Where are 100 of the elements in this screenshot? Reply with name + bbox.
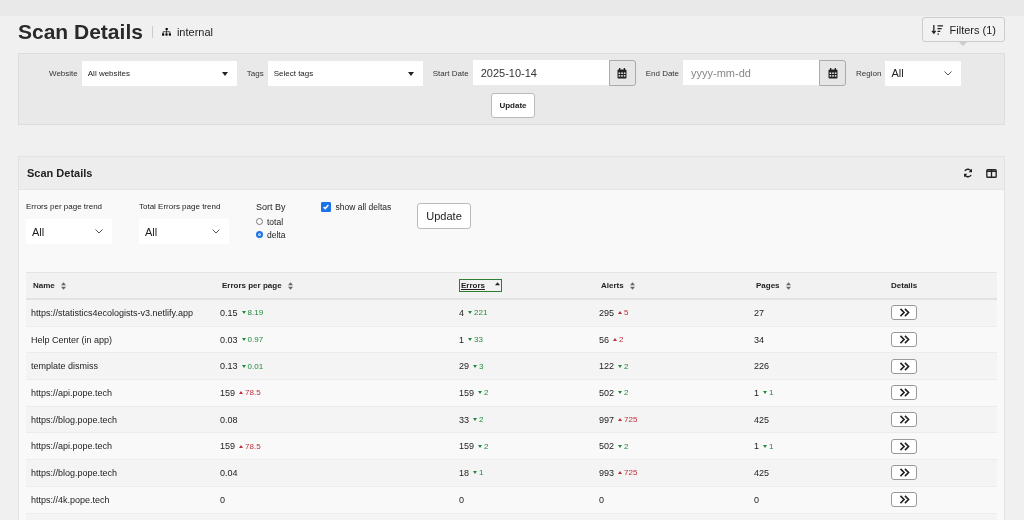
delta-value: 3 bbox=[479, 361, 484, 371]
tags-select[interactable]: Select tags bbox=[267, 60, 423, 86]
columns-icon[interactable] bbox=[986, 168, 997, 178]
sort-filter-icon bbox=[930, 24, 944, 35]
details-button[interactable] bbox=[891, 412, 917, 428]
delta-value: 1 bbox=[769, 388, 774, 398]
value-cell: 993 bbox=[599, 467, 615, 478]
column-header[interactable]: Name bbox=[31, 279, 68, 292]
calendar-icon bbox=[617, 67, 628, 79]
details-button[interactable] bbox=[891, 332, 917, 348]
value-cell: 29 bbox=[459, 361, 469, 372]
site-name-cell: Help Center (in app) bbox=[31, 334, 113, 345]
field-label: Region bbox=[856, 68, 882, 78]
value-cell: 27 bbox=[754, 307, 764, 318]
value-cell: 0.13 bbox=[220, 361, 238, 372]
value-cell: 4 bbox=[459, 307, 464, 318]
calendar-button[interactable] bbox=[819, 60, 847, 86]
caret-icon bbox=[221, 71, 228, 76]
sort-icon bbox=[60, 281, 66, 290]
delta-value: 1 bbox=[769, 441, 774, 451]
website-select[interactable]: All websites bbox=[81, 60, 237, 86]
details-button[interactable] bbox=[891, 465, 917, 481]
field-label: End Date bbox=[645, 68, 680, 78]
value-cell: 0 bbox=[459, 494, 464, 505]
value-cell: 1 bbox=[459, 334, 464, 345]
delta-value: 8.19 bbox=[247, 308, 264, 318]
field-label: Tags bbox=[246, 68, 264, 78]
sort-icon bbox=[629, 281, 635, 290]
caret-icon bbox=[407, 71, 414, 76]
calendar-button[interactable] bbox=[608, 60, 636, 86]
double-chevron-icon bbox=[898, 415, 910, 425]
delta-value: 5 bbox=[624, 308, 629, 318]
value-cell: 0.03 bbox=[220, 334, 238, 345]
value-cell: 122 bbox=[599, 361, 615, 372]
column-header[interactable]: Pages bbox=[754, 279, 793, 292]
sitemap-icon bbox=[161, 28, 171, 36]
refresh-icon[interactable] bbox=[963, 168, 973, 178]
delta-value: 221 bbox=[474, 308, 488, 318]
site-name-cell: https://statistics4ecologists-v3.netlify.app bbox=[31, 307, 193, 318]
chevron-down-icon bbox=[95, 229, 103, 234]
check-icon bbox=[321, 203, 330, 211]
value-cell: 502 bbox=[599, 387, 615, 398]
value-cell: 159 bbox=[220, 441, 236, 452]
start-date-field[interactable]: 2025-10-14 bbox=[472, 60, 609, 85]
card-title: Scan Details bbox=[27, 167, 93, 179]
value-cell: 226 bbox=[754, 361, 770, 372]
value-cell: 34 bbox=[754, 334, 764, 345]
trend-select[interactable]: All bbox=[139, 219, 229, 244]
details-button[interactable] bbox=[891, 385, 917, 401]
value-cell: 18 bbox=[459, 467, 469, 478]
details-button[interactable] bbox=[891, 305, 917, 321]
scope-label: internal bbox=[176, 26, 213, 38]
sort-icon bbox=[785, 281, 791, 290]
value-cell: 425 bbox=[754, 467, 770, 478]
column-header[interactable]: Details bbox=[889, 279, 920, 292]
trend-select[interactable]: All bbox=[26, 219, 112, 244]
double-chevron-icon bbox=[898, 468, 910, 478]
delta-value: 2 bbox=[484, 388, 489, 398]
site-name-cell: https://api.pope.tech bbox=[31, 441, 113, 452]
region-select[interactable]: All bbox=[885, 60, 962, 86]
delta-value: 2 bbox=[624, 361, 629, 371]
double-chevron-icon bbox=[898, 441, 910, 451]
column-header[interactable]: Alerts bbox=[599, 279, 637, 292]
delta-value: 78.5 bbox=[245, 388, 261, 398]
update-button[interactable]: Update bbox=[417, 203, 471, 229]
sort-radio[interactable]: total bbox=[256, 215, 286, 228]
delta-value: 33 bbox=[474, 335, 483, 345]
delta-value: 725 bbox=[624, 468, 638, 478]
delta-value: 2 bbox=[479, 415, 484, 425]
chevron-down-icon bbox=[212, 229, 220, 234]
calendar-icon bbox=[827, 67, 838, 79]
delta-value: 2 bbox=[619, 335, 624, 345]
site-name-cell: template dismiss bbox=[31, 361, 99, 372]
details-button[interactable] bbox=[891, 492, 917, 508]
column-header[interactable]: Errors per page bbox=[220, 279, 295, 292]
value-cell: 502 bbox=[599, 441, 615, 452]
delta-value: 1 bbox=[479, 468, 484, 478]
double-chevron-icon bbox=[898, 335, 910, 345]
value-cell: 295 bbox=[599, 307, 615, 318]
value-cell: 56 bbox=[599, 334, 609, 345]
update-button[interactable]: Update bbox=[491, 93, 535, 118]
site-name-cell: https://blog.pope.tech bbox=[31, 467, 118, 478]
value-cell: 0 bbox=[754, 494, 759, 505]
value-cell: 1 bbox=[754, 441, 759, 452]
value-cell: 159 bbox=[459, 387, 475, 398]
end-date-field[interactable]: yyyy-mm-dd bbox=[683, 60, 820, 85]
field-label: Start Date bbox=[432, 68, 469, 78]
details-button[interactable] bbox=[891, 438, 917, 454]
delta-value: 2 bbox=[624, 441, 629, 451]
double-chevron-icon bbox=[898, 388, 910, 398]
sort-radio[interactable]: delta bbox=[256, 228, 286, 241]
site-name-cell: https://api.pope.tech bbox=[31, 387, 113, 398]
double-chevron-icon bbox=[898, 361, 910, 371]
details-button[interactable] bbox=[891, 358, 917, 374]
value-cell: 0 bbox=[599, 494, 604, 505]
show-all-deltas-checkbox[interactable]: show all deltas bbox=[320, 202, 392, 212]
chevron-down-icon bbox=[944, 70, 953, 76]
value-cell: 997 bbox=[599, 414, 615, 425]
field-label: Sort By bbox=[256, 202, 286, 212]
column-header[interactable]: Errors bbox=[459, 279, 502, 292]
